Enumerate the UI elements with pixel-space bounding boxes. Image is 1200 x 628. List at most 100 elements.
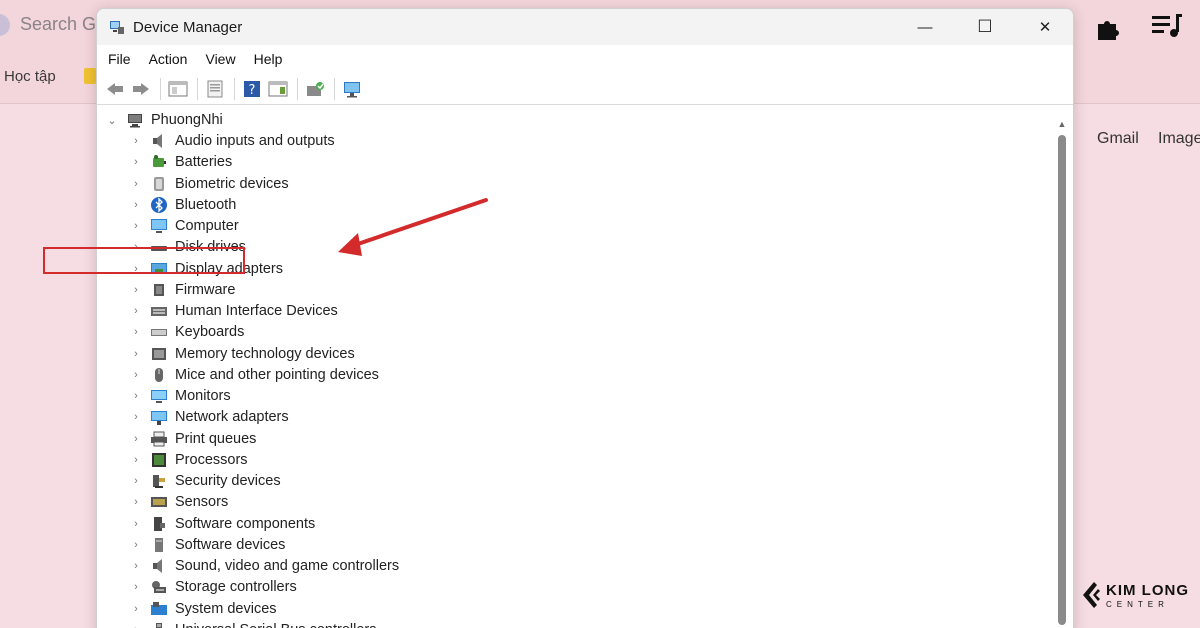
maximize-button[interactable]: ☐ <box>963 13 1007 41</box>
tree-item-storage-controllers[interactable]: › Storage controllers <box>130 577 297 597</box>
back-button[interactable] <box>103 77 127 101</box>
menu-action[interactable]: Action <box>149 51 188 67</box>
properties-icon <box>207 80 223 97</box>
minimize-button[interactable]: — <box>903 13 947 41</box>
tree-item-sound-video-and-game-controllers[interactable]: › Sound, video and game controllers <box>130 556 399 576</box>
memory-icon <box>152 347 166 360</box>
scroll-up-arrow-icon[interactable]: ▲ <box>1055 119 1069 131</box>
tree-item-biometric-devices[interactable]: › Biometric devices <box>130 174 288 194</box>
expand-chevron-icon[interactable]: › <box>130 411 142 423</box>
tree-item-software-components[interactable]: › Software components <box>130 514 315 534</box>
show-hide-console-tree-button[interactable] <box>166 77 190 101</box>
tree-item-sensors[interactable]: › Sensors <box>130 492 228 512</box>
action-pane-button[interactable] <box>266 77 290 101</box>
expand-chevron-icon[interactable]: › <box>130 624 142 628</box>
scan-hardware-button[interactable] <box>340 77 364 101</box>
expand-chevron-icon[interactable]: › <box>130 390 142 402</box>
expand-chevron-icon[interactable]: › <box>130 539 142 551</box>
collapse-chevron-icon[interactable]: ⌄ <box>106 114 118 127</box>
expand-chevron-icon[interactable]: › <box>130 475 142 487</box>
properties-button[interactable] <box>203 77 227 101</box>
browser-search-text[interactable]: Search G <box>20 14 96 35</box>
forward-button[interactable] <box>129 77 153 101</box>
expand-chevron-icon[interactable]: › <box>130 369 142 381</box>
menu-file[interactable]: File <box>108 51 131 67</box>
tree-root-label: PhuongNhi <box>151 112 223 128</box>
computer-root-icon <box>128 114 142 128</box>
tree-item-human-interface-devices[interactable]: › Human Interface Devices <box>130 301 338 321</box>
gmail-link[interactable]: Gmail <box>1097 130 1139 148</box>
kim-long-mark-icon <box>1083 582 1100 608</box>
tree-item-keyboards[interactable]: › Keyboards <box>130 322 244 342</box>
tree-item-network-adapters[interactable]: › Network adapters <box>130 407 289 427</box>
vertical-scrollbar[interactable]: ▲ <box>1055 119 1069 625</box>
tree-item-print-queues[interactable]: › Print queues <box>130 429 256 449</box>
update-driver-button[interactable] <box>303 77 327 101</box>
tree-item-memory-technology-devices[interactable]: › Memory technology devices <box>130 344 355 364</box>
tree-item-universal-serial-bus-controllers[interactable]: › Universal Serial Bus controllers <box>130 620 376 628</box>
tree-root[interactable]: ⌄ PhuongNhi <box>106 110 223 130</box>
tree-item-label: Sound, video and game controllers <box>175 558 400 574</box>
expand-chevron-icon[interactable]: › <box>130 156 142 168</box>
tree-item-label: Human Interface Devices <box>175 303 338 319</box>
help-button[interactable]: ? <box>240 77 264 101</box>
expand-chevron-icon[interactable]: › <box>130 518 142 530</box>
tree-item-label: Memory technology devices <box>175 345 355 362</box>
scroll-thumb[interactable] <box>1058 135 1066 625</box>
expand-chevron-icon[interactable]: › <box>130 199 142 211</box>
expand-chevron-icon[interactable]: › <box>130 284 142 296</box>
software-component-icon <box>154 516 165 531</box>
bookmark-hoc-tap[interactable]: Học tập <box>4 68 56 85</box>
sound-icon <box>153 559 162 573</box>
tree-item-label: Firmware <box>175 281 236 298</box>
tree-item-label: Print queues <box>175 430 257 447</box>
media-queue-icon[interactable] <box>1150 12 1184 40</box>
close-button[interactable]: ✕ <box>1023 13 1067 41</box>
tree-item-mice-and-other-pointing-devices[interactable]: › Mice and other pointing devices <box>130 365 379 385</box>
expand-chevron-icon[interactable]: › <box>130 178 142 190</box>
security-icon <box>153 475 165 488</box>
tree-item-firmware[interactable]: › Firmware <box>130 280 235 300</box>
forward-arrow-icon <box>133 82 149 95</box>
expand-chevron-icon[interactable]: › <box>130 454 142 466</box>
tree-item-label: Bluetooth <box>175 196 237 213</box>
tree-item-processors[interactable]: › Processors <box>130 450 247 470</box>
tree-item-software-devices[interactable]: › Software devices <box>130 535 285 555</box>
keyboard-icon <box>151 329 167 337</box>
tree-item-computer[interactable]: › Computer <box>130 216 239 236</box>
menu-view[interactable]: View <box>205 51 235 67</box>
toolbar-separator <box>234 77 235 100</box>
expand-chevron-icon[interactable]: › <box>130 348 142 360</box>
menu-bar: File Action View Help <box>97 45 1073 73</box>
menu-help[interactable]: Help <box>254 51 283 67</box>
tree-item-label: Computer <box>175 218 239 234</box>
tree-item-audio-inputs-and-outputs[interactable]: › Audio inputs and outputs <box>130 131 334 151</box>
images-link[interactable]: Image <box>1158 130 1200 148</box>
extensions-icon[interactable] <box>1094 12 1124 42</box>
toolbar-separator <box>197 77 198 100</box>
hid-icon <box>151 307 167 316</box>
sensor-icon <box>151 497 167 508</box>
tree-item-system-devices[interactable]: › System devices <box>130 599 277 619</box>
tree-item-batteries[interactable]: › Batteries <box>130 152 232 172</box>
expand-chevron-icon[interactable]: › <box>130 581 142 593</box>
tree-item-monitors[interactable]: › Monitors <box>130 386 230 406</box>
fingerprint-icon <box>154 176 164 191</box>
tree-item-label: Batteries <box>175 154 233 171</box>
expand-chevron-icon[interactable]: › <box>130 135 142 147</box>
expand-chevron-icon[interactable]: › <box>130 496 142 508</box>
expand-chevron-icon[interactable]: › <box>130 220 142 232</box>
svg-text:?: ? <box>249 83 256 98</box>
tree-item-label: Storage controllers <box>175 579 297 596</box>
expand-chevron-icon[interactable]: › <box>130 433 142 445</box>
expand-chevron-icon[interactable]: › <box>130 326 142 338</box>
kim-long-logo: KIM LONG CENTER <box>1080 580 1189 610</box>
tree-item-bluetooth[interactable]: › Bluetooth <box>130 195 236 215</box>
tree-item-security-devices[interactable]: › Security devices <box>130 471 280 491</box>
expand-chevron-icon[interactable]: › <box>130 603 142 615</box>
tree-item-label: Sensors <box>175 494 229 511</box>
expand-chevron-icon[interactable]: › <box>130 560 142 572</box>
tree-item-label: System devices <box>175 600 277 617</box>
title-bar[interactable]: Device Manager — ☐ ✕ <box>97 9 1073 45</box>
expand-chevron-icon[interactable]: › <box>130 305 142 317</box>
